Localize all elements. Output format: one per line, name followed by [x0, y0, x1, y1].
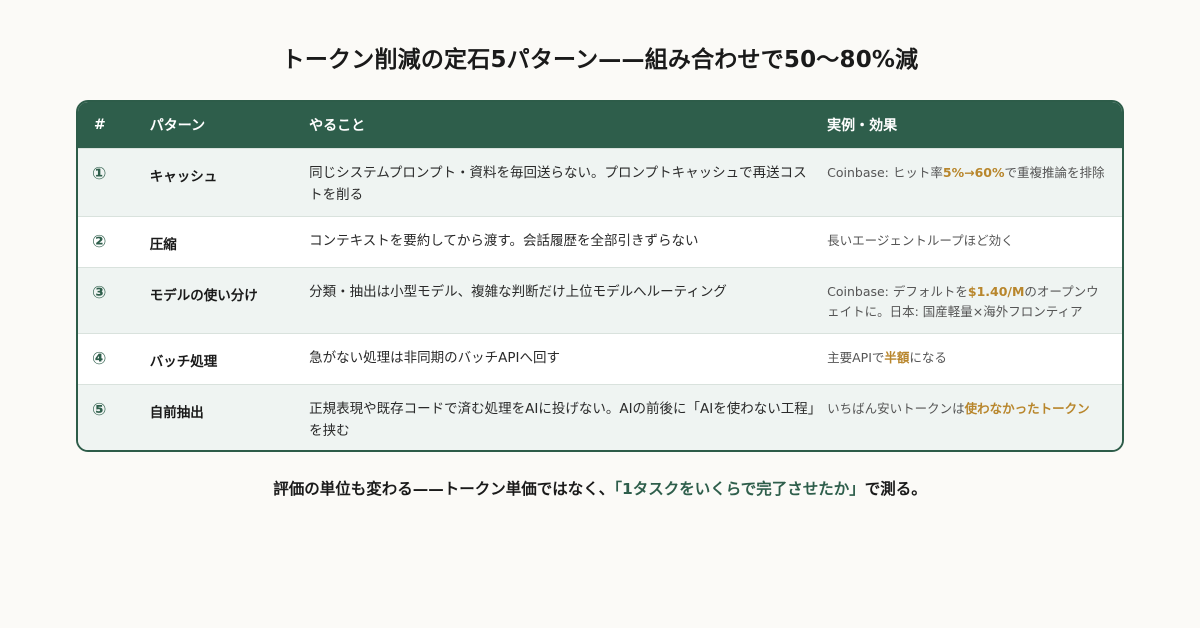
- page-title: トークン削減の定石5パターン——組み合わせで50〜80%減: [281, 47, 919, 73]
- footer-text: 評価の単位も変わる——トークン単価ではなく、: [273, 480, 615, 498]
- row-pattern: バッチ処理: [149, 354, 218, 370]
- table-row: ④ バッチ処理 急がない処理は非同期のバッチAPIへ回す 主要APIで半額になる: [78, 333, 1122, 384]
- effect-text: になる: [909, 350, 947, 365]
- effect-highlight: 5%→60%: [942, 165, 1005, 180]
- table-row: ⑤ 自前抽出 正規表現や既存コードで済む処理をAIに投げない。AIの前後に「AI…: [78, 384, 1122, 450]
- row-num: ⑤: [92, 400, 107, 420]
- effect-text: で重複推論を排除: [1004, 165, 1105, 180]
- footer-caption: 評価の単位も変わる——トークン単価ではなく、「1タスクをいくらで完了させたか」で…: [0, 477, 1200, 499]
- effect-text: Coinbase: ヒット率: [827, 165, 943, 180]
- row-num: ①: [92, 164, 107, 184]
- row-effect: 主要APIで半額になる: [827, 334, 1122, 368]
- row-effect: いちばん安いトークンは使わなかったトークン: [827, 385, 1122, 419]
- table-row: ② 圧縮 コンテキストを要約してから渡す。会話履歴を全部引きずらない 長いエージ…: [78, 216, 1122, 267]
- row-num: ③: [92, 283, 107, 303]
- header-effect: 実例・効果: [827, 118, 898, 134]
- table-header: # パターン やること 実例・効果: [78, 102, 1122, 148]
- row-effect: Coinbase: ヒット率5%→60%で重複推論を排除: [827, 149, 1122, 183]
- row-action: 正規表現や既存コードで済む処理をAIに投げない。AIの前後に「AIを使わない工程…: [309, 401, 815, 439]
- table-row: ③ モデルの使い分け 分類・抽出は小型モデル、複雑な判断だけ上位モデルへルーティ…: [78, 267, 1122, 333]
- footer-text: で測る。: [864, 480, 927, 498]
- row-pattern: モデルの使い分け: [149, 288, 258, 304]
- row-pattern: 自前抽出: [149, 405, 204, 421]
- row-num: ②: [92, 232, 107, 252]
- header-action: やること: [309, 118, 366, 134]
- effect-highlight: 使わなかったトークン: [964, 401, 1090, 416]
- header-pattern: パターン: [149, 118, 206, 134]
- row-action: 急がない処理は非同期のバッチAPIへ回す: [309, 350, 560, 366]
- row-action: コンテキストを要約してから渡す。会話履歴を全部引きずらない: [309, 233, 699, 249]
- effect-highlight: 半額: [884, 350, 910, 365]
- table-row: ① キャッシュ 同じシステムプロンプト・資料を毎回送らない。プロンプトキャッシュ…: [78, 148, 1122, 216]
- patterns-table: # パターン やること 実例・効果 ① キャッシュ 同じシステムプロンプト・資料…: [76, 100, 1124, 452]
- header-num: #: [94, 117, 106, 133]
- row-action: 同じシステムプロンプト・資料を毎回送らない。プロンプトキャッシュで再送コストを削…: [309, 165, 807, 203]
- row-effect: 長いエージェントループほど効く: [827, 217, 1122, 251]
- effect-highlight: $1.40/M: [967, 284, 1025, 299]
- row-pattern: キャッシュ: [149, 169, 218, 185]
- footer-accent: 「1タスクをいくらで完了させたか」: [614, 480, 865, 498]
- effect-text: Coinbase: デフォルトを: [827, 284, 968, 299]
- row-pattern: 圧縮: [149, 237, 177, 253]
- effect-text: いちばん安いトークンは: [827, 401, 965, 416]
- effect-text: 長いエージェントループほど効く: [827, 233, 1014, 248]
- row-action: 分類・抽出は小型モデル、複雑な判断だけ上位モデルへルーティング: [309, 284, 727, 300]
- row-effect: Coinbase: デフォルトを$1.40/Mのオープンウェイトに。日本: 国産…: [827, 268, 1122, 322]
- row-num: ④: [92, 349, 107, 369]
- effect-text: 主要APIで: [827, 350, 885, 365]
